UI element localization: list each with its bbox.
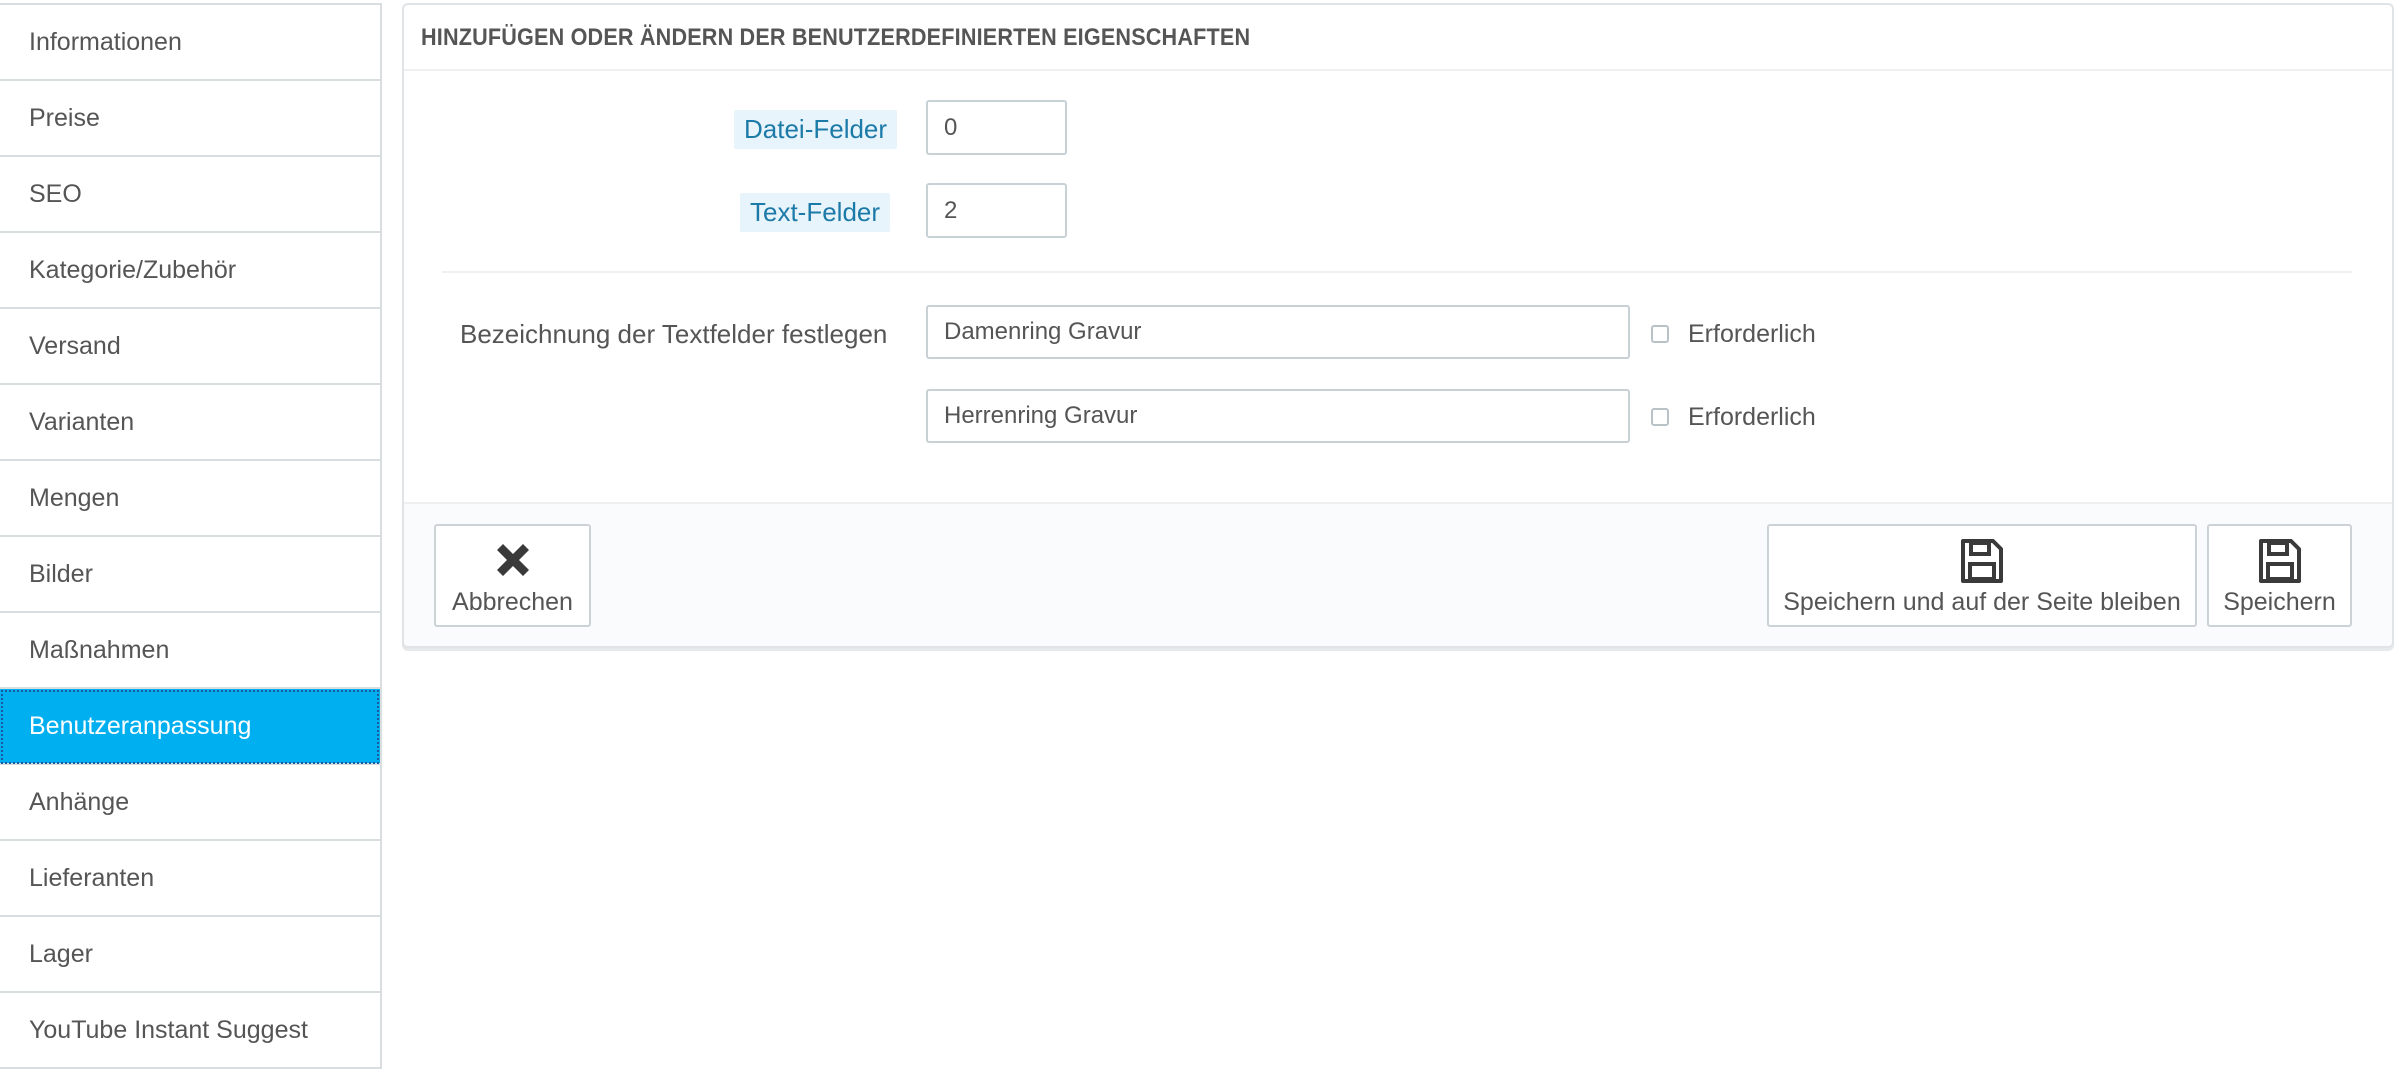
- sidebar-item-lieferanten[interactable]: Lieferanten: [0, 841, 380, 917]
- panel-heading: HINZUFÜGEN ODER ÄNDERN DER BENUTZERDEFIN…: [404, 5, 2392, 71]
- required-checkbox-1[interactable]: [1651, 325, 1669, 343]
- section-divider: [442, 271, 2352, 273]
- close-icon: [496, 544, 529, 576]
- panel-footer: Abbrechen Speichern und auf der Seite bl…: [404, 502, 2392, 646]
- text-fields-input[interactable]: 2: [926, 183, 1067, 238]
- save-and-stay-button[interactable]: Speichern und auf der Seite bleiben: [1767, 524, 2197, 627]
- sidebar-item-label: YouTube Instant Suggest: [29, 1015, 308, 1044]
- sidebar-item-bilder[interactable]: Bilder: [0, 537, 380, 613]
- customization-panel: HINZUFÜGEN ODER ÄNDERN DER BENUTZERDEFIN…: [402, 3, 2394, 648]
- sidebar-item-kategorie[interactable]: Kategorie/Zubehör: [0, 233, 380, 309]
- save-and-stay-button-label: Speichern und auf der Seite bleiben: [1783, 588, 2181, 616]
- sidebar-item-label: Varianten: [29, 407, 135, 436]
- panel-title: HINZUFÜGEN ODER ÄNDERN DER BENUTZERDEFIN…: [421, 24, 1251, 51]
- file-fields-input[interactable]: 0: [926, 100, 1067, 155]
- textfield-labels-heading: Bezeichnung der Textfelder festlegen: [460, 319, 888, 349]
- text-fields-label: Text-Felder: [740, 193, 891, 232]
- sidebar-item-label: Lager: [29, 939, 93, 968]
- save-icon: [1961, 539, 2003, 583]
- sidebar-item-label: Maßnahmen: [29, 635, 170, 664]
- required-label-1: Erforderlich: [1688, 320, 1816, 348]
- save-icon: [2258, 539, 2301, 583]
- sidebar-item-label: Anhänge: [29, 787, 130, 816]
- sidebar-item-label: Versand: [29, 331, 121, 360]
- sidebar-item-benutzeranpassung[interactable]: Benutzeranpassung: [0, 689, 380, 765]
- required-checkbox-2[interactable]: [1651, 408, 1669, 426]
- sidebar-item-label: Preise: [29, 103, 100, 132]
- sidebar-item-lager[interactable]: Lager: [0, 917, 380, 993]
- sidebar-item-mengen[interactable]: Mengen: [0, 461, 380, 537]
- textfield-label-input-1[interactable]: Damenring Gravur: [926, 305, 1630, 359]
- sidebar-item-label: Kategorie/Zubehör: [29, 255, 237, 284]
- sidebar-item-anhaenge[interactable]: Anhänge: [0, 765, 380, 841]
- sidebar-item-label: Bilder: [29, 559, 93, 588]
- sidebar-item-seo[interactable]: SEO: [0, 157, 380, 233]
- cancel-button[interactable]: Abbrechen: [434, 524, 591, 627]
- product-tabs-sidebar: Informationen Preise SEO Kategorie/Zubeh…: [0, 3, 382, 1069]
- cancel-button-label: Abbrechen: [452, 588, 573, 616]
- sidebar-item-informationen[interactable]: Informationen: [0, 5, 380, 81]
- sidebar-item-varianten[interactable]: Varianten: [0, 385, 380, 461]
- sidebar-item-label: Benutzeranpassung: [29, 711, 252, 740]
- save-button[interactable]: Speichern: [2207, 524, 2352, 627]
- sidebar-item-massnahmen[interactable]: Maßnahmen: [0, 613, 380, 689]
- required-label-2: Erforderlich: [1688, 403, 1816, 431]
- textfield-label-input-2[interactable]: Herrenring Gravur: [926, 389, 1630, 443]
- file-fields-label: Datei-Felder: [734, 110, 898, 149]
- sidebar-item-label: Mengen: [29, 483, 120, 512]
- sidebar-item-label: SEO: [29, 179, 82, 208]
- sidebar-item-preise[interactable]: Preise: [0, 81, 380, 157]
- sidebar-item-versand[interactable]: Versand: [0, 309, 380, 385]
- sidebar-item-youtube[interactable]: YouTube Instant Suggest: [0, 993, 380, 1069]
- sidebar-item-label: Lieferanten: [29, 863, 155, 892]
- save-button-label: Speichern: [2223, 588, 2336, 616]
- sidebar-item-label: Informationen: [29, 27, 182, 56]
